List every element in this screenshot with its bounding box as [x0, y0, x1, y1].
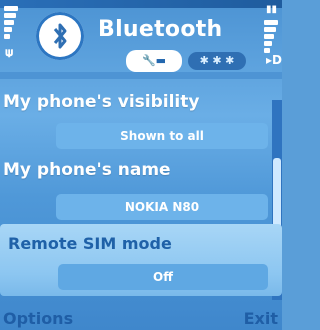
setting-remote-sim-mode[interactable]: Remote SIM mode Off [0, 224, 282, 296]
tab-paired-devices[interactable]: ✱ ✱ ✱ [188, 52, 246, 70]
setting-label: My phone's visibility [3, 92, 200, 112]
bluetooth-devices-tab-icon: ✱ ✱ ✱ [199, 54, 235, 67]
bluetooth-logo [36, 12, 84, 60]
app-title: Bluetooth [98, 17, 223, 42]
battery-icon: ▮▮ [265, 4, 277, 15]
setting-value: Shown to all [56, 123, 268, 149]
setting-label: My phone's name [3, 160, 171, 180]
antenna-icon: 𝚿 [5, 49, 14, 60]
header-separator [0, 72, 282, 79]
setting-visibility[interactable]: My phone's visibility Shown to all [0, 80, 282, 150]
softkey-bar: Options Exit [0, 298, 282, 330]
tab-settings[interactable]: 🔧▬ [126, 50, 182, 72]
setting-value: Off [58, 264, 268, 290]
wrench-tab-icon: 🔧▬ [141, 54, 167, 67]
setting-value: NOKIA N80 [56, 194, 268, 220]
signal-strength-bars [4, 6, 18, 41]
bluetooth-icon [53, 23, 67, 49]
bluetooth-screen: 𝚿 ▮▮ Bluetooth 🔧▬ ✱ ✱ ✱ ▸D My phone's vi… [0, 0, 282, 330]
tab-more-indicator[interactable]: ▸D [266, 53, 282, 67]
setting-label: Remote SIM mode [8, 234, 172, 253]
top-strip [0, 0, 282, 8]
setting-phone-name[interactable]: My phone's name NOKIA N80 [0, 148, 282, 224]
tab-bar: 🔧▬ ✱ ✱ ✱ ▸D [110, 47, 282, 73]
options-softkey[interactable]: Options [3, 309, 73, 328]
exit-softkey[interactable]: Exit [244, 309, 278, 328]
